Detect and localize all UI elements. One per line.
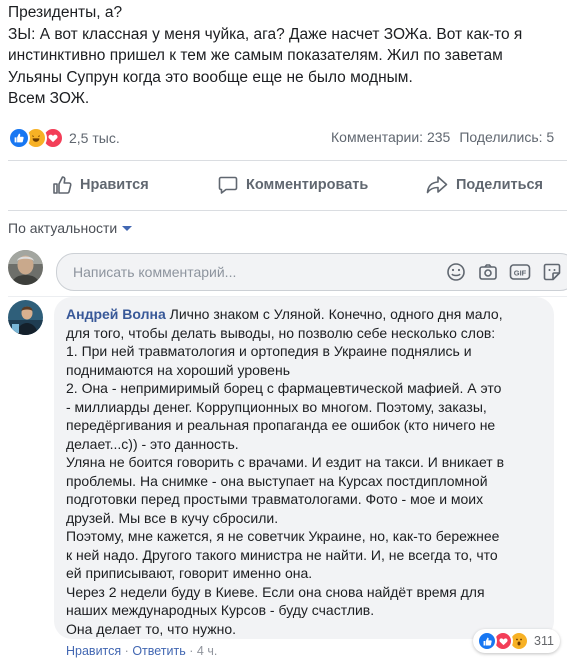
share-button-label: Поделиться	[456, 177, 544, 193]
shares-count-link[interactable]: Поделились: 5	[459, 129, 554, 145]
comment-first-line: Андрей Волна Лично знаком с Уляной. Коне…	[66, 305, 556, 324]
thumbs-up-icon	[53, 176, 72, 194]
comment-line: подготовки перед простыми травматологами…	[66, 491, 484, 507]
comment-line: 2. Она - непримиримый борец с фармацевти…	[66, 380, 502, 396]
reaction-count: 2,5 тыс.	[69, 130, 120, 146]
comment-line: - миллиарды денег. Коррупционных во мног…	[66, 398, 487, 415]
emoji-icon[interactable]	[445, 261, 467, 283]
like-button[interactable]: Нравится	[52, 160, 149, 210]
post-action-bar: Нравится Комментировать Поделиться	[8, 160, 567, 210]
comment-reply-link[interactable]: Ответить	[132, 644, 185, 658]
post-line: ЗЫ: А вот классная у меня чуйка, ага? Да…	[8, 25, 523, 43]
post-line: Ульяны Супрун когда это вообще еще не бы…	[8, 68, 413, 86]
comment-line: Уляна не боится говорить с врачами. И ез…	[66, 454, 505, 470]
commenter-avatar[interactable]	[8, 300, 43, 335]
comment-button-label: Комментировать	[246, 177, 369, 193]
comment-line: Поэтому, мне кажется, я не советчик Укра…	[66, 528, 500, 544]
comment-sort-dropdown[interactable]: По актуальности	[8, 220, 133, 236]
post-text: Президенты, а? ЗЫ: А вот классная у меня…	[8, 2, 567, 110]
separator-dot: ·	[124, 644, 129, 658]
comment-line: поднимаются на хороший уровень	[66, 361, 290, 378]
comment-body: Андрей Волна Лично знаком с Уляной. Коне…	[66, 305, 556, 638]
like-button-label: Нравится	[80, 177, 149, 193]
comment-reaction-count: 311	[534, 634, 554, 648]
separator-dot: ·	[189, 644, 194, 658]
comment-like-link[interactable]: Нравится	[66, 644, 121, 658]
post-line: инстинктивно пришел к тем же самым показ…	[8, 47, 503, 64]
comment-line: друзей. Мы все в кучу сбросили.	[66, 509, 279, 526]
comment-timestamp[interactable]: 4 ч.	[197, 644, 217, 658]
comment-line: для того, чтобы делать выводы, но позвол…	[66, 324, 496, 341]
sticker-icon[interactable]	[541, 261, 563, 283]
caret-down-icon	[122, 225, 133, 231]
like-icon	[477, 631, 497, 651]
comment-line: передёргивания и реальная пропаганда ее …	[66, 417, 496, 433]
share-icon	[426, 176, 448, 194]
camera-icon[interactable]	[477, 261, 499, 283]
divider	[8, 210, 567, 211]
share-button[interactable]: Поделиться	[426, 160, 543, 210]
comment-icon	[218, 176, 238, 194]
post-line: Президенты, а?	[8, 4, 123, 21]
comment-line: 1. При ней травматология и ортопедия в У…	[66, 343, 472, 359]
comments-count-link[interactable]: Комментарии: 235	[331, 129, 450, 145]
comment-line: делает...с)) - это данность.	[66, 435, 239, 452]
comment-line: к ней надо. Другого такого министра не н…	[66, 546, 498, 563]
sort-label: По актуальности	[8, 220, 118, 236]
comment-reactions[interactable]: 311	[473, 629, 560, 653]
comment-author-link[interactable]: Андрей Волна	[66, 306, 166, 322]
svg-text:GIF: GIF	[514, 269, 527, 278]
gif-icon[interactable]: GIF	[509, 261, 531, 283]
comment-line: проблемы. На снимке - она выступает на К…	[66, 472, 488, 489]
comment-line: Лично знаком с Уляной. Конечно, одного д…	[169, 306, 503, 322]
user-avatar[interactable]	[8, 250, 43, 285]
like-icon	[8, 127, 30, 149]
comment-line: Через 2 недели буду в Киеве. Если она сн…	[66, 583, 485, 600]
comment-line: ей приписывают, говорит именно она.	[66, 565, 313, 581]
engagement-counts: Комментарии: 235 Поделились: 5	[331, 129, 563, 145]
post-line: Всем ЗОЖ.	[8, 90, 90, 107]
comment-input[interactable]	[71, 254, 415, 290]
comment-composer: GIF	[56, 253, 567, 291]
reaction-summary[interactable]: 2,5 тыс.	[8, 127, 120, 149]
comment-button[interactable]: Комментировать	[218, 160, 368, 210]
comment-line: наших международных Курсов - буду счастл…	[66, 602, 375, 618]
comment-actions: Нравится · Ответить · 4 ч.	[66, 644, 217, 658]
post-summary: 2,5 тыс. Комментарии: 235 Поделились: 5	[8, 125, 567, 151]
